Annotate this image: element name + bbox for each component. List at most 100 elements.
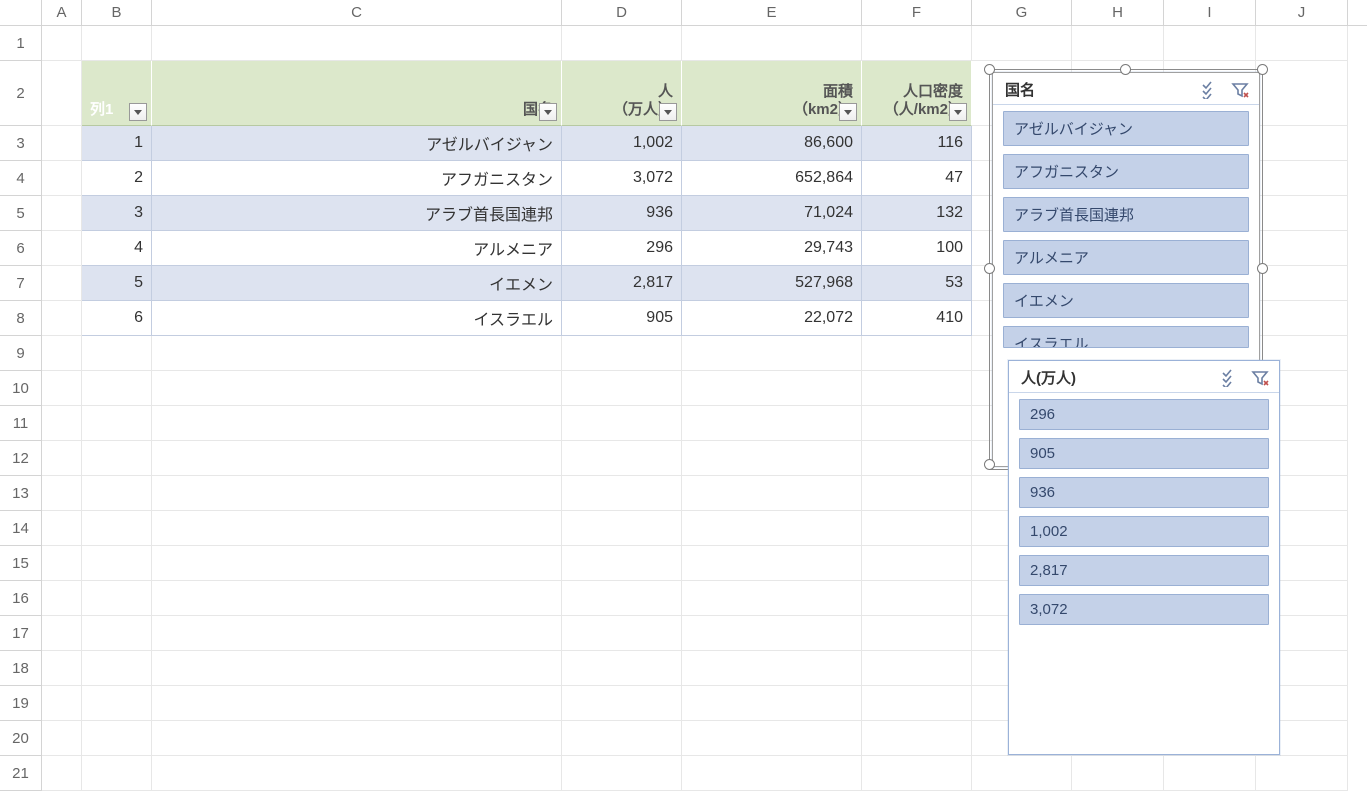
resize-handle[interactable] [1257, 64, 1268, 75]
filter-dropdown-button[interactable] [539, 103, 557, 121]
cell-country[interactable]: アラブ首長国連邦 [152, 196, 562, 231]
col-header-J[interactable]: J [1256, 0, 1348, 25]
cell-country[interactable]: アゼルバイジャン [152, 126, 562, 161]
row-header-13[interactable]: 13 [0, 476, 42, 511]
row-header-21[interactable]: 21 [0, 756, 42, 791]
row-header-1[interactable]: 1 [0, 26, 42, 61]
cell-n[interactable]: 1 [82, 126, 152, 161]
cell-area[interactable]: 86,600 [682, 126, 862, 161]
col-header-C[interactable]: C [152, 0, 562, 25]
row-header-10[interactable]: 10 [0, 371, 42, 406]
col-header-H[interactable]: H [1072, 0, 1164, 25]
cell-country[interactable]: アフガニスタン [152, 161, 562, 196]
resize-handle[interactable] [1120, 64, 1131, 75]
cell[interactable] [82, 26, 152, 61]
row-header-3[interactable]: 3 [0, 126, 42, 161]
cell-area[interactable]: 71,024 [682, 196, 862, 231]
row-header-9[interactable]: 9 [0, 336, 42, 371]
table-header-col1[interactable]: 列1 [82, 61, 152, 126]
cell-n[interactable]: 5 [82, 266, 152, 301]
row-header-16[interactable]: 16 [0, 581, 42, 616]
cell[interactable] [42, 126, 82, 161]
col-header-I[interactable]: I [1164, 0, 1256, 25]
cell[interactable] [1256, 26, 1348, 61]
cell-pop[interactable]: 2,817 [562, 266, 682, 301]
cell[interactable] [152, 26, 562, 61]
cell[interactable] [42, 231, 82, 266]
cell-area[interactable]: 527,968 [682, 266, 862, 301]
cell-n[interactable]: 3 [82, 196, 152, 231]
slicer-header[interactable]: 国名 [993, 73, 1259, 105]
cell[interactable] [562, 26, 682, 61]
resize-handle[interactable] [984, 459, 995, 470]
cell-dens[interactable]: 100 [862, 231, 972, 266]
row-header-11[interactable]: 11 [0, 406, 42, 441]
filter-dropdown-button[interactable] [949, 103, 967, 121]
cell[interactable] [42, 301, 82, 336]
row-header-14[interactable]: 14 [0, 511, 42, 546]
cell[interactable] [42, 161, 82, 196]
col-header-E[interactable]: E [682, 0, 862, 25]
cell-dens[interactable]: 410 [862, 301, 972, 336]
col-header-G[interactable]: G [972, 0, 1072, 25]
cell[interactable] [1256, 266, 1348, 301]
cell-area[interactable]: 22,072 [682, 301, 862, 336]
col-header-B[interactable]: B [82, 0, 152, 25]
row-header-7[interactable]: 7 [0, 266, 42, 301]
cell[interactable] [862, 26, 972, 61]
multi-select-icon[interactable] [1221, 369, 1239, 387]
slicer-item[interactable]: アラブ首長国連邦 [1003, 197, 1249, 232]
row-header-2[interactable]: 2 [0, 61, 42, 126]
cell-area[interactable]: 29,743 [682, 231, 862, 266]
slicer-item[interactable]: イエメン [1003, 283, 1249, 318]
cell-n[interactable]: 2 [82, 161, 152, 196]
cell[interactable] [1256, 61, 1348, 126]
table-header-country[interactable]: 国名 [152, 61, 562, 126]
cell-country[interactable]: イエメン [152, 266, 562, 301]
cell-country[interactable]: イスラエル [152, 301, 562, 336]
cell-pop[interactable]: 3,072 [562, 161, 682, 196]
cell[interactable] [42, 26, 82, 61]
cell-dens[interactable]: 47 [862, 161, 972, 196]
resize-handle[interactable] [1257, 263, 1268, 274]
slicer-item[interactable]: 296 [1019, 399, 1269, 430]
cell-pop[interactable]: 936 [562, 196, 682, 231]
cell[interactable] [1256, 231, 1348, 266]
cell[interactable] [42, 61, 82, 126]
cell[interactable] [1256, 161, 1348, 196]
cell[interactable] [682, 26, 862, 61]
cell-country[interactable]: アルメニア [152, 231, 562, 266]
slicer-item[interactable]: イスラエル [1003, 326, 1249, 348]
filter-dropdown-button[interactable] [839, 103, 857, 121]
table-header-density[interactable]: 人口密度 （人/km2） [862, 61, 972, 126]
cell-n[interactable]: 6 [82, 301, 152, 336]
col-header-A[interactable]: A [42, 0, 82, 25]
filter-dropdown-button[interactable] [659, 103, 677, 121]
row-header-5[interactable]: 5 [0, 196, 42, 231]
slicer-header[interactable]: 人(万人) [1009, 361, 1279, 393]
clear-filter-icon[interactable] [1251, 369, 1269, 387]
col-header-D[interactable]: D [562, 0, 682, 25]
table-header-area[interactable]: 面積 （km2） [682, 61, 862, 126]
cell-dens[interactable]: 116 [862, 126, 972, 161]
cell-n[interactable]: 4 [82, 231, 152, 266]
slicer-item[interactable]: アルメニア [1003, 240, 1249, 275]
row-header-19[interactable]: 19 [0, 686, 42, 721]
col-header-F[interactable]: F [862, 0, 972, 25]
cell-pop[interactable]: 905 [562, 301, 682, 336]
slicer-item[interactable]: 936 [1019, 477, 1269, 508]
cell[interactable] [972, 26, 1072, 61]
cell-pop[interactable]: 1,002 [562, 126, 682, 161]
resize-handle[interactable] [984, 64, 995, 75]
filter-dropdown-button[interactable] [129, 103, 147, 121]
row-header-8[interactable]: 8 [0, 301, 42, 336]
cell[interactable] [1256, 126, 1348, 161]
row-header-6[interactable]: 6 [0, 231, 42, 266]
multi-select-icon[interactable] [1201, 81, 1219, 99]
row-header-15[interactable]: 15 [0, 546, 42, 581]
cell-dens[interactable]: 53 [862, 266, 972, 301]
table-header-population[interactable]: 人 （万人） [562, 61, 682, 126]
row-header-18[interactable]: 18 [0, 651, 42, 686]
cell[interactable] [1072, 26, 1164, 61]
cell[interactable] [1256, 196, 1348, 231]
